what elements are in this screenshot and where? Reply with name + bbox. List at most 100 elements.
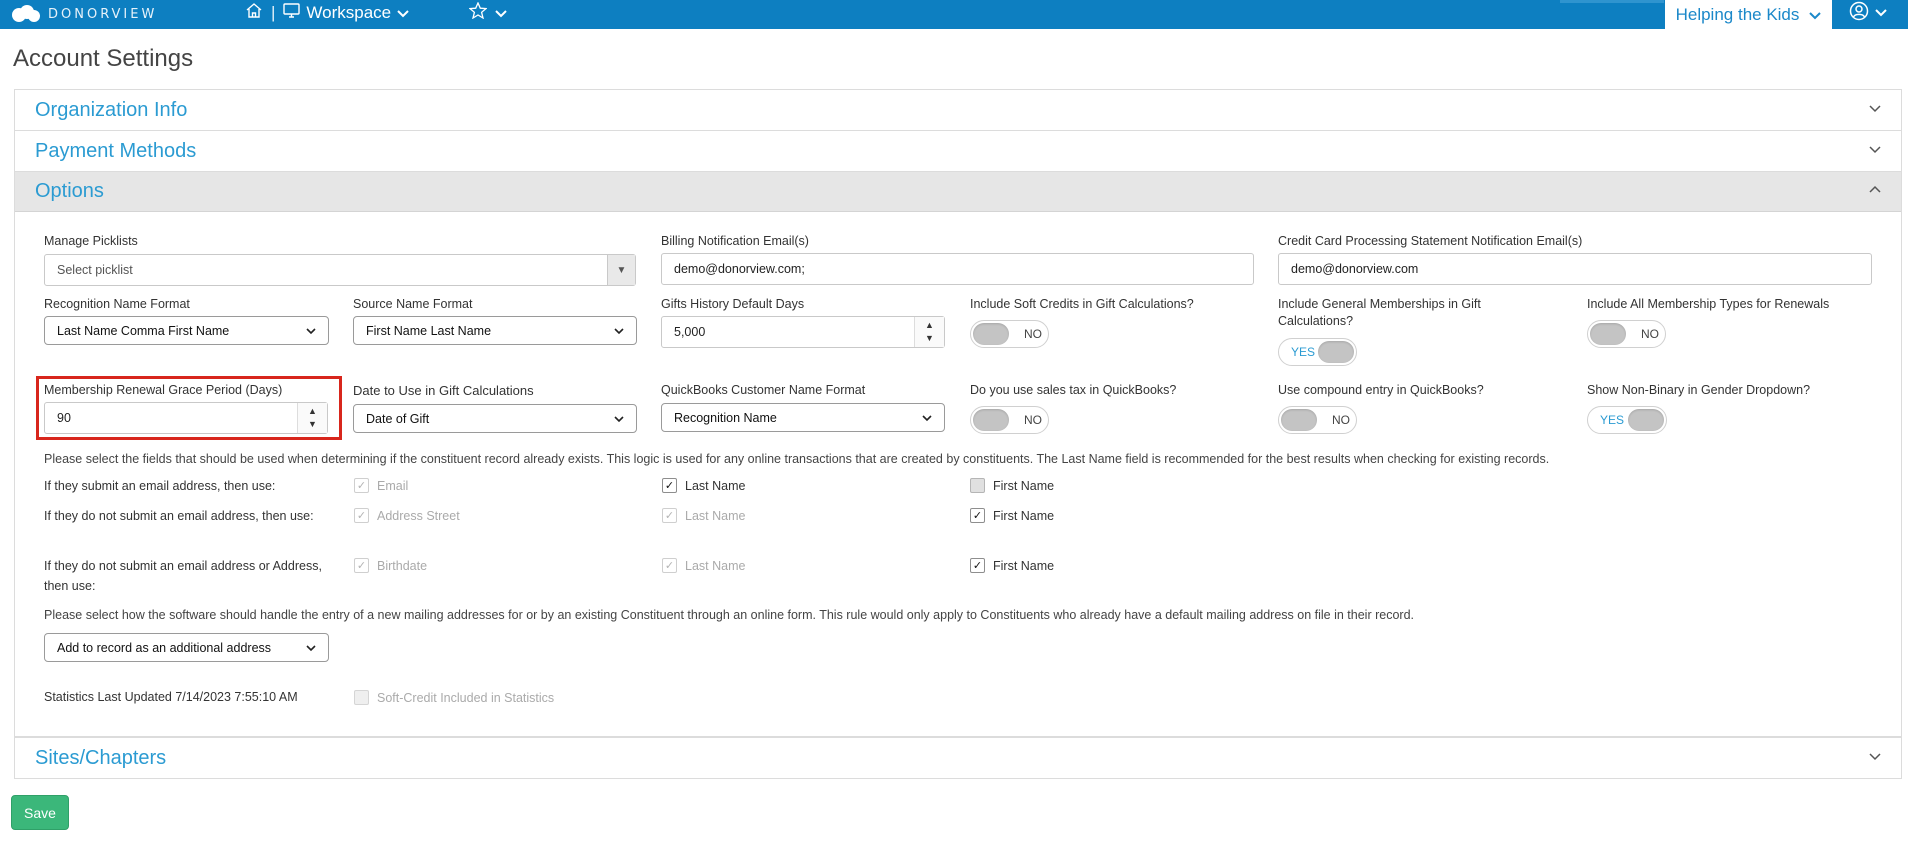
- checkmark-icon: ✓: [662, 478, 677, 493]
- recognition-format-select[interactable]: Last Name Comma First Name: [44, 316, 329, 345]
- triangle-down-icon[interactable]: ▼: [607, 255, 635, 285]
- checkmark-icon: ✓: [354, 558, 369, 573]
- save-button[interactable]: Save: [11, 795, 69, 830]
- grace-period-label: Membership Renewal Grace Period (Days): [44, 383, 283, 397]
- qb-compound-toggle[interactable]: NO: [1278, 406, 1357, 434]
- checkmark-icon: ✓: [662, 508, 677, 523]
- chevron-down-icon: [614, 415, 624, 422]
- match-row-label: If they do not submit an email address o…: [44, 559, 322, 593]
- section-sites-chapters: Sites/Chapters: [14, 737, 1902, 779]
- logo-text: DONORVIEW: [48, 6, 158, 22]
- match-row-label: If they do not submit an email address, …: [44, 509, 314, 523]
- recognition-format-label: Recognition Name Format: [44, 297, 190, 311]
- toggle-state: YES: [1291, 345, 1316, 359]
- cc-email-input[interactable]: demo@donorview.com: [1278, 253, 1872, 285]
- nav-separator: |: [271, 3, 276, 22]
- home-icon[interactable]: [245, 2, 263, 24]
- toggle-state: YES: [1600, 413, 1625, 427]
- chevron-down-icon: [1869, 749, 1881, 767]
- workspace-menu[interactable]: Workspace: [283, 3, 409, 23]
- donorview-logo[interactable]: DONORVIEW: [10, 3, 157, 25]
- date-to-use-select[interactable]: Date of Gift: [353, 404, 637, 433]
- match-checkbox-last-name[interactable]: ✓ Last Name: [662, 478, 745, 493]
- manage-picklists-label: Manage Picklists: [44, 234, 138, 248]
- address-rule-select[interactable]: Add to record as an additional address: [44, 633, 329, 662]
- section-payment-methods: Payment Methods: [14, 130, 1902, 172]
- gifts-history-input[interactable]: 5,000 ▲ ▼: [661, 316, 945, 348]
- soft-credits-toggle[interactable]: NO: [970, 320, 1049, 348]
- billing-email-label: Billing Notification Email(s): [661, 234, 809, 248]
- user-menu[interactable]: [1840, 0, 1896, 26]
- soft-credit-stats-checkbox: Soft-Credit Included in Statistics: [354, 690, 554, 705]
- match-checkbox-first-name[interactable]: ✓ First Name: [970, 508, 1054, 523]
- section-header-organization-info[interactable]: Organization Info: [15, 90, 1901, 130]
- checkmark-icon: ✓: [970, 558, 985, 573]
- checkbox-label: Email: [377, 478, 409, 493]
- section-header-payment-methods[interactable]: Payment Methods: [15, 131, 1901, 171]
- gifts-history-label: Gifts History Default Days: [661, 297, 805, 311]
- picklist-select[interactable]: Select picklist ▼: [44, 254, 636, 286]
- checkbox-box: [970, 478, 985, 493]
- section-header-sites-chapters[interactable]: Sites/Chapters: [15, 738, 1901, 778]
- all-membership-types-toggle[interactable]: NO: [1587, 320, 1666, 348]
- top-navigation-bar: DONORVIEW | Workspace Helping the Kids: [0, 0, 1908, 29]
- number-stepper[interactable]: ▲ ▼: [914, 317, 944, 347]
- favorites-menu[interactable]: [468, 1, 507, 24]
- page-title: Account Settings: [13, 45, 194, 72]
- toggle-state: NO: [1024, 413, 1042, 427]
- section-header-options[interactable]: Options: [15, 172, 1901, 212]
- billing-email-input[interactable]: demo@donorview.com;: [661, 253, 1254, 285]
- chevron-down-icon: [495, 3, 507, 23]
- checkmark-icon: ✓: [354, 508, 369, 523]
- star-icon: [468, 1, 488, 24]
- user-avatar-icon: [1849, 1, 1869, 26]
- logo-icon: [12, 5, 40, 22]
- checkmark-icon: ✓: [662, 558, 677, 573]
- chevron-down-icon: [1869, 101, 1881, 119]
- toggle-state: NO: [1024, 327, 1042, 341]
- picklist-placeholder: Select picklist: [57, 263, 133, 277]
- active-tab-indicator: [1560, 0, 1664, 3]
- match-checkbox-birthdate: ✓ Birthdate: [354, 558, 427, 573]
- general-memberships-toggle[interactable]: YES: [1278, 338, 1357, 366]
- qb-sales-tax-toggle[interactable]: NO: [970, 406, 1049, 434]
- number-stepper[interactable]: ▲ ▼: [297, 403, 327, 433]
- stats-last-updated: Statistics Last Updated 7/14/2023 7:55:1…: [44, 690, 298, 704]
- source-format-select[interactable]: First Name Last Name: [353, 316, 637, 345]
- general-memberships-label: Include General Memberships in Gift Calc…: [1278, 297, 1481, 328]
- gifts-history-value: 5,000: [674, 325, 706, 339]
- toggle-knob: [1590, 323, 1626, 345]
- qb-compound-label: Use compound entry in QuickBooks?: [1278, 383, 1484, 397]
- date-to-use-label: Date to Use in Gift Calculations: [353, 383, 534, 398]
- chevron-down-icon: [306, 327, 316, 334]
- non-binary-label: Show Non-Binary in Gender Dropdown?: [1587, 383, 1811, 397]
- checkbox-label: Soft-Credit Included in Statistics: [377, 690, 555, 705]
- grace-period-value: 90: [57, 411, 71, 425]
- chevron-down-icon: [1809, 5, 1822, 25]
- checkbox-box: [354, 690, 369, 705]
- match-checkbox-last-name: ✓ Last Name: [662, 508, 745, 523]
- checkbox-label: First Name: [993, 478, 1055, 493]
- organization-name: Helping the Kids: [1675, 4, 1800, 24]
- organization-selector[interactable]: Helping the Kids: [1665, 0, 1832, 29]
- grace-period-input[interactable]: 90 ▲ ▼: [44, 402, 328, 434]
- match-checkbox-last-name: ✓ Last Name: [662, 558, 745, 573]
- match-note: Please select the fields that should be …: [44, 452, 1550, 466]
- toggle-state: NO: [1332, 413, 1350, 427]
- match-checkbox-first-name[interactable]: ✓ First Name: [970, 558, 1054, 573]
- toggle-state: NO: [1641, 327, 1659, 341]
- qb-sales-tax-label: Do you use sales tax in QuickBooks?: [970, 383, 1177, 397]
- toggle-knob: [1628, 409, 1664, 431]
- chevron-up-icon: [1869, 183, 1881, 201]
- address-note: Please select how the software should ha…: [44, 608, 1414, 622]
- source-format-value: First Name Last Name: [366, 323, 492, 338]
- toggle-knob: [973, 409, 1009, 431]
- non-binary-toggle[interactable]: YES: [1587, 406, 1667, 434]
- match-checkbox-first-name[interactable]: First Name: [970, 478, 1054, 493]
- top-nav: | Workspace: [245, 0, 507, 26]
- qb-name-format-select[interactable]: Recognition Name: [661, 403, 945, 432]
- recognition-format-value: Last Name Comma First Name: [57, 323, 230, 338]
- date-to-use-value: Date of Gift: [366, 411, 430, 426]
- checkbox-label: Last Name: [685, 558, 746, 573]
- all-membership-types-label: Include All Membership Types for Renewal…: [1587, 297, 1830, 311]
